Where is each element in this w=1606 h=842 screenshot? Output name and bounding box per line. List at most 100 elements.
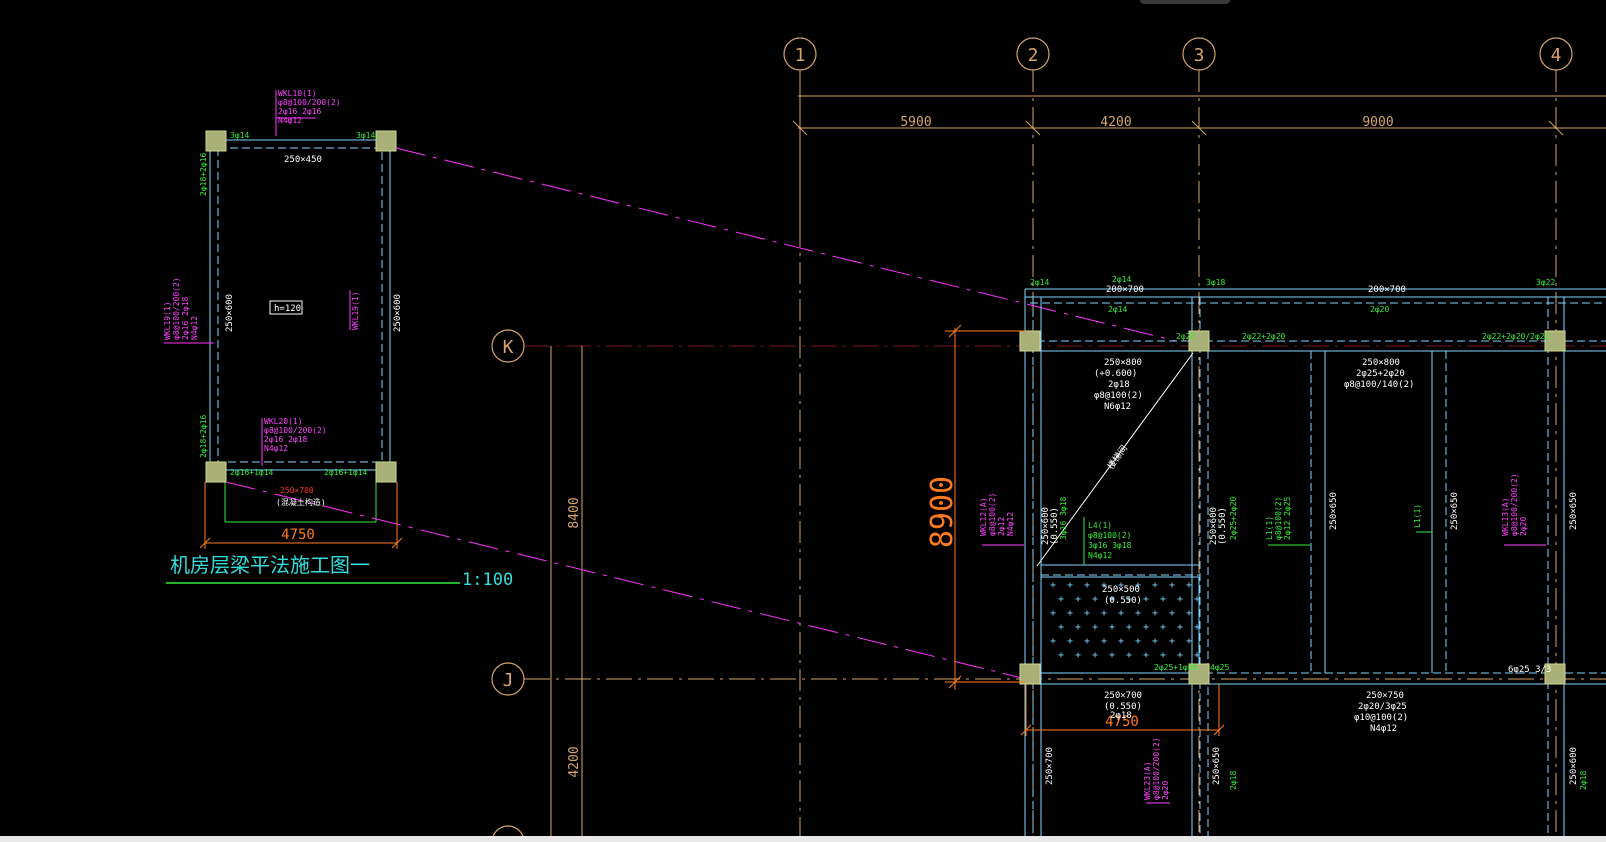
detail-right-size: 250×600: [393, 294, 403, 332]
plan-wkl-left-side: N4φ12: [1006, 512, 1015, 536]
plan-wkl-right-stirrup: φ8@100/200(2): [1510, 473, 1519, 536]
callout-line-top: [395, 147, 1177, 342]
hatch-mark: +: [1143, 622, 1149, 633]
detail-bottom-beam-stirrup: φ8@100/200(2): [264, 426, 327, 435]
detail-bottom-size: 250×700: [280, 486, 314, 495]
plan-col-d-size: 250×650: [1450, 492, 1460, 530]
hatch-mark: +: [1067, 636, 1073, 647]
hatch-mark: +: [1194, 650, 1200, 661]
hatch-mark: +: [1058, 650, 1064, 661]
hatch-mark: +: [1160, 594, 1166, 605]
plan-beamK-stirrup: φ8@100(2): [1094, 391, 1143, 401]
hatch-mark: +: [1101, 608, 1107, 619]
axis-label-J: J: [503, 670, 514, 691]
cad-drawing-canvas[interactable]: 1 2 3 4 K J 5900 4200 9000 8400 4200 WKL…: [0, 0, 1606, 842]
hatch-mark: +: [1101, 636, 1107, 647]
plan-l4-main: 3φ16 3φ18: [1088, 541, 1132, 550]
detail-top-size: 250×450: [284, 155, 322, 165]
hatch-mark: +: [1050, 636, 1056, 647]
plan-l4-stirrup: φ8@100(2): [1088, 531, 1131, 540]
plan-col-b-bar: 2φ25+2φ20: [1229, 496, 1238, 540]
detail-plan: WKL10(1) φ8@100/200(2) 2φ16 2φ16 N4φ12 W…: [163, 89, 1177, 681]
plan-col-e-size: 250×650: [1569, 492, 1579, 530]
plan-beamK-main: 2φ18: [1108, 380, 1130, 390]
plan-beam-mid-stirrup: φ8@100/140(2): [1344, 380, 1414, 390]
axis-label-K: K: [503, 337, 514, 358]
plan-l1-id: L1(1): [1265, 516, 1274, 540]
hatch-mark: +: [1169, 580, 1175, 591]
status-bar: [0, 836, 1606, 842]
plan-beamK-size: 250×800: [1104, 358, 1142, 368]
hatch-mark: +: [1109, 622, 1115, 633]
plan-top-bar-3: 3φ18: [1206, 278, 1225, 287]
hatch-mark: +: [1084, 608, 1090, 619]
plan-dim-height: 8900: [925, 476, 960, 548]
plan-beamJ-size: 250×700: [1104, 691, 1142, 701]
hatch-mark: +: [1092, 594, 1098, 605]
plan-l4-side: N4φ12: [1088, 551, 1112, 560]
plan-beamJ2-stirrup: φ10@100(2): [1354, 713, 1408, 723]
plan-top-bar-6: 2φ20: [1370, 305, 1389, 314]
hatch-mark: +: [1109, 650, 1115, 661]
detail-column-tr: [375, 130, 397, 152]
hatch-mark: +: [1194, 594, 1200, 605]
detail-slab-label: h=120: [274, 304, 301, 314]
detail-top-beam-id: WKL10(1): [278, 89, 317, 98]
detail-top-beam-main: 2φ16 2φ16: [278, 107, 322, 116]
hatch-mark: +: [1084, 580, 1090, 591]
plan-col-g-bar: 2φ18: [1229, 771, 1238, 790]
axis-label-4: 4: [1551, 45, 1562, 66]
hatch-mark: +: [1152, 608, 1158, 619]
detail-column-tl: [205, 130, 227, 152]
hatch-mark: +: [1126, 650, 1132, 661]
detail-bottom-beam-side: N4φ12: [264, 444, 288, 453]
hatch-mark: +: [1092, 650, 1098, 661]
detail-left-beam-main: 2φ16 2φ18: [181, 296, 190, 340]
hatch-mark: +: [1067, 580, 1073, 591]
hatch-mark: +: [1067, 608, 1073, 619]
detail-left-beam-stirrup: φ8@100/200(2): [172, 277, 181, 340]
plan-l4-id: L4(1): [1088, 521, 1112, 530]
detail-corner-br: 2φ16+1φ14: [324, 468, 368, 477]
detail-left-bot-bar: 2φ18+2φ16: [199, 414, 208, 458]
plan-bar-K3: 2φ22+2φ20: [1242, 332, 1286, 341]
axis-label-2: 2: [1028, 45, 1039, 66]
hatch-mark: +: [1177, 622, 1183, 633]
detail-bottom-note: (混凝土构造): [276, 497, 326, 507]
plan-bar-J2: 4φ25: [1210, 663, 1229, 672]
hatch-mark: +: [1186, 608, 1192, 619]
hatch-mark: +: [1126, 622, 1132, 633]
hatch-mark: +: [1092, 622, 1098, 633]
detail-top-beam-stirrup: φ8@100/200(2): [278, 98, 341, 107]
plan-bot-wkl-main: 2φ20: [1161, 781, 1170, 800]
plan-wkl-left-main: 2φ12: [997, 517, 1006, 536]
plan-col-b-elev: (0.550): [1218, 507, 1228, 545]
hatch-mark: +: [1075, 650, 1081, 661]
detail-column-br: [375, 461, 397, 483]
hatch-mark: +: [1058, 622, 1064, 633]
hatch-mark: +: [1075, 622, 1081, 633]
plan-col-c-size: 250×650: [1329, 492, 1339, 530]
plan-beamJ2-side: N4φ12: [1370, 724, 1397, 734]
plan-bar-j3: 6φ25 3/3: [1508, 665, 1551, 675]
plan-bar-J1: 2φ25+1φ20: [1154, 663, 1198, 672]
callout-line-bottom: [225, 481, 1031, 681]
detail-corner-tl: 3φ14: [230, 131, 249, 140]
hatch-mark: +: [1177, 650, 1183, 661]
span-label-3-4: 9000: [1362, 115, 1393, 130]
detail-corner-tr: 3φ14: [356, 131, 375, 140]
span-label-J-next: 4200: [567, 746, 582, 777]
hatch-mark: +: [1135, 608, 1141, 619]
plan-col-a-bar: 3φ16 3φ18: [1059, 496, 1068, 540]
hatch-mark: +: [1143, 650, 1149, 661]
hatch-mark: +: [1058, 594, 1064, 605]
plan-l1-main: 2φ12 2φ25: [1283, 496, 1292, 540]
detail-left-size: 250×600: [225, 294, 235, 332]
hatch-mark: +: [1169, 608, 1175, 619]
plan-bar-K2: 2φ22: [1176, 332, 1195, 341]
detail-left-top-bar: 2φ18+2φ16: [199, 152, 208, 196]
detail-bottom-beam-main: 2φ16 2φ18: [264, 435, 308, 444]
plan-l1-stirrup: φ8@100(2): [1274, 497, 1283, 540]
hatch-mark: +: [1075, 594, 1081, 605]
hatch-mark: +: [1118, 608, 1124, 619]
